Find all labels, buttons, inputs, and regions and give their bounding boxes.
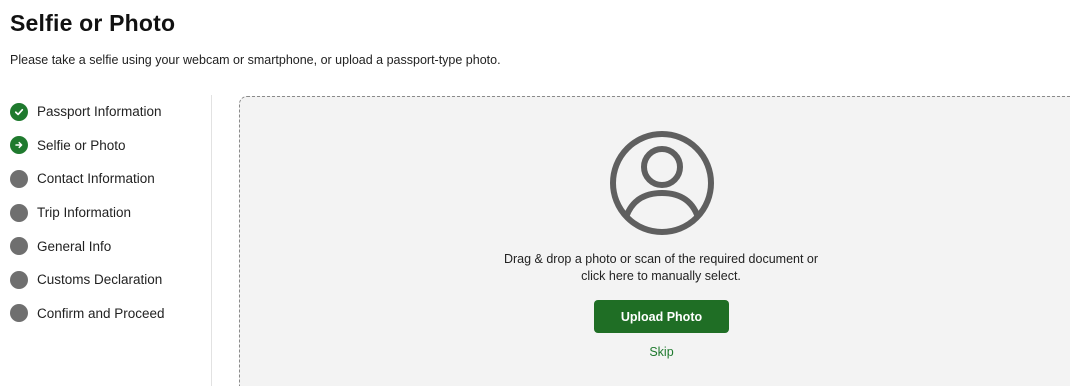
step-confirm-and-proceed[interactable]: Confirm and Proceed	[10, 297, 211, 331]
circle-icon	[10, 304, 28, 323]
step-label: Selfie or Photo	[37, 137, 126, 153]
step-label: Contact Information	[37, 171, 155, 187]
step-label: Confirm and Proceed	[37, 305, 165, 321]
page-title: Selfie or Photo	[10, 10, 176, 36]
circle-icon	[10, 203, 28, 222]
selfie-photo-page: Selfie or Photo Please take a selfie usi…	[0, 0, 1070, 386]
dropzone-instructions[interactable]: Drag & drop a photo or scan of the requi…	[461, 251, 861, 285]
instruction-line: click here to manually select.	[581, 269, 741, 283]
page-subtitle: Please take a selfie using your webcam o…	[10, 53, 501, 67]
step-contact-information[interactable]: Contact Information	[10, 162, 211, 196]
circle-icon	[10, 237, 28, 256]
check-circle-icon	[10, 102, 28, 121]
arrow-right-circle-icon	[10, 136, 28, 155]
step-label: Customs Declaration	[37, 272, 163, 288]
skip-link[interactable]: Skip	[594, 345, 729, 359]
instruction-line: Drag & drop a photo or scan of the requi…	[503, 252, 819, 266]
step-trip-information[interactable]: Trip Information	[10, 196, 211, 230]
step-label: Passport Information	[37, 104, 162, 120]
step-general-info[interactable]: General Info	[10, 229, 211, 263]
circle-icon	[10, 169, 28, 188]
step-navigation: Passport Information Selfie or Photo Con…	[10, 95, 212, 386]
step-selfie-or-photo[interactable]: Selfie or Photo	[10, 129, 211, 163]
step-passport-information[interactable]: Passport Information	[10, 95, 211, 129]
user-avatar-icon	[610, 131, 714, 235]
step-customs-declaration[interactable]: Customs Declaration	[10, 263, 211, 297]
step-label: General Info	[37, 238, 112, 254]
circle-icon	[10, 270, 28, 289]
step-label: Trip Information	[37, 205, 132, 221]
upload-photo-button[interactable]: Upload Photo	[594, 300, 729, 333]
